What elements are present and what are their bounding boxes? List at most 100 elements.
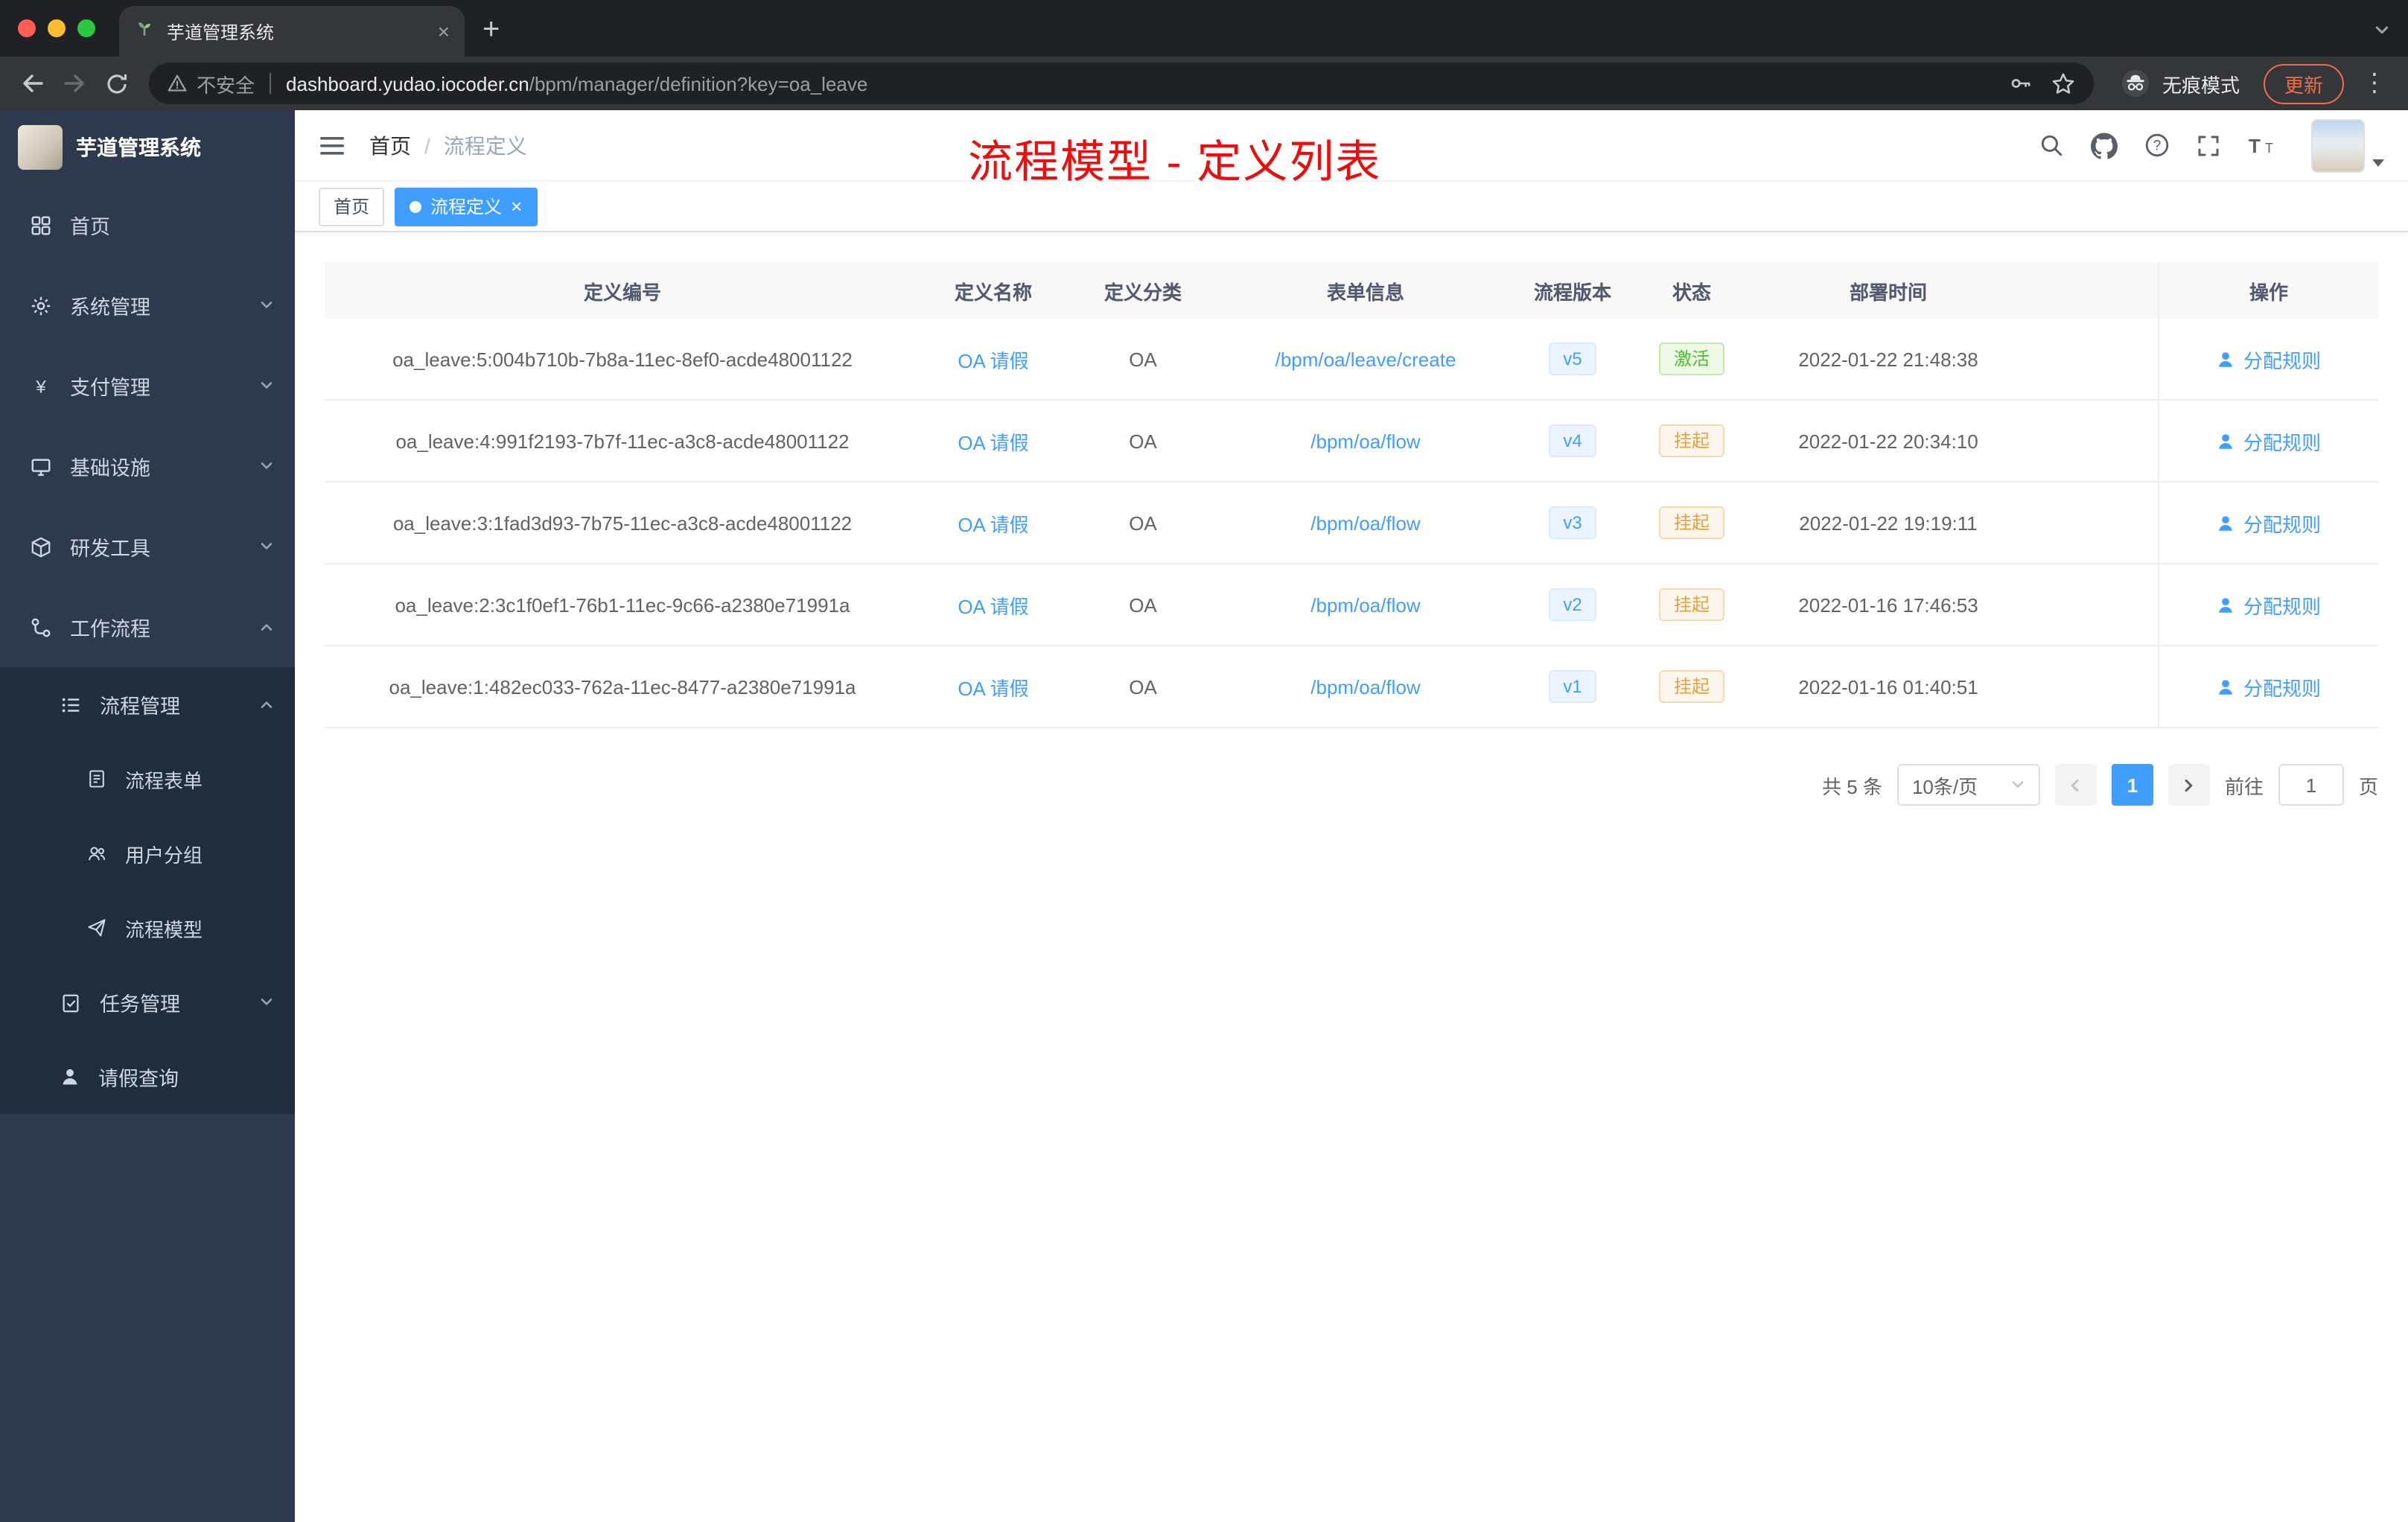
definition-name-link[interactable]: OA 请假 [958, 509, 1028, 537]
sidebar-item-label: 工作流程 [70, 618, 150, 640]
sidebar-item-leave-query[interactable]: 请假查询 [0, 1039, 295, 1114]
hamburger-icon[interactable] [319, 133, 345, 157]
table-row: oa_leave:4:991f2193-7b7f-11ec-a3c8-acde4… [325, 401, 2378, 483]
table-header: 定义编号 定义名称 定义分类 表单信息 流程版本 状态 部署时间 操作 [325, 262, 2378, 319]
goto-label: 前往 [2224, 775, 2264, 797]
zoom-window-button[interactable] [77, 19, 95, 37]
sidebar-item-dev-tools[interactable]: 研发工具 [0, 506, 295, 587]
key-icon[interactable] [2009, 71, 2033, 95]
tab-search-chevron-icon[interactable] [2374, 19, 2390, 46]
bookmark-star-icon[interactable] [2051, 71, 2076, 96]
user-icon [2220, 351, 2233, 366]
column-header-blank [2027, 262, 2158, 319]
screen: 芋道管理系统 × + 不安全 dashboard.yudao.iocoder.c… [0, 0, 2408, 1522]
close-window-button[interactable] [18, 19, 36, 37]
browser-tabstrip: 芋道管理系统 × + [0, 0, 2408, 57]
page-unit-label: 页 [2358, 775, 2378, 797]
forward-button[interactable] [54, 63, 95, 104]
new-tab-button[interactable]: + [482, 15, 500, 45]
browser-tab[interactable]: 芋道管理系统 × [119, 6, 465, 57]
sidebar-item-label: 流程表单 [125, 769, 203, 792]
font-size-icon[interactable]: TT [2247, 133, 2275, 157]
page-number-button[interactable]: 1 [2111, 764, 2153, 806]
table-row: oa_leave:2:3c1f0ef1-76b1-11ec-9c66-a2380… [325, 564, 2378, 646]
prev-page-button[interactable] [2054, 764, 2097, 806]
column-header: 表单信息 [1326, 281, 1404, 303]
version-badge: v3 [1548, 506, 1597, 539]
tag-home[interactable]: 首页 [319, 187, 385, 226]
next-page-button[interactable] [2167, 764, 2210, 806]
tab-close-icon[interactable]: × [438, 21, 450, 42]
assign-rule-link[interactable]: 分配规则 [2217, 345, 2321, 373]
paper-plane-icon [86, 917, 107, 938]
user-icon [2220, 515, 2233, 530]
search-icon[interactable] [2039, 133, 2064, 158]
pagination: 共 5 条 10条/页 1 前往 页 [325, 764, 2378, 806]
definition-category: OA [1129, 593, 1157, 616]
sidebar-logo[interactable]: 芋道管理系统 [0, 110, 295, 185]
goto-page-input[interactable] [2278, 764, 2344, 806]
definition-name-link[interactable]: OA 请假 [958, 672, 1028, 701]
avatar[interactable] [2311, 118, 2365, 172]
chevron-up-icon [259, 697, 274, 712]
omnibox[interactable]: 不安全 dashboard.yudao.iocoder.cn/bpm/manag… [149, 63, 2094, 104]
sidebar-item-label: 任务管理 [100, 993, 180, 1016]
assign-rule-link[interactable]: 分配规则 [2217, 590, 2321, 619]
sidebar-item-payment-management[interactable]: ¥ 支付管理 [0, 346, 295, 426]
definition-name-link[interactable]: OA 请假 [958, 427, 1028, 455]
definition-id: oa_leave:3:1fad3d93-7b75-11ec-a3c8-acde4… [392, 512, 853, 534]
form-link[interactable]: /bpm/oa/flow [1310, 675, 1420, 698]
tag-close-icon[interactable]: × [511, 197, 522, 216]
assign-rule-link[interactable]: 分配规则 [2217, 672, 2321, 701]
sidebar-item-task-management[interactable]: 任务管理 [0, 965, 295, 1039]
form-link[interactable]: /bpm/oa/flow [1310, 430, 1420, 452]
definition-category: OA [1129, 348, 1157, 370]
list-tree-icon [60, 693, 82, 716]
version-badge: v5 [1548, 343, 1597, 375]
incognito-badge: 无痕模式 [2121, 69, 2240, 98]
update-button[interactable]: 更新 [2263, 63, 2344, 104]
assign-rule-link[interactable]: 分配规则 [2217, 509, 2321, 537]
sidebar-item-label: 支付管理 [70, 377, 150, 399]
sidebar-item-user-group[interactable]: 用户分组 [0, 816, 295, 891]
page-size-value: 10条/页 [1911, 775, 1978, 797]
sidebar-item-label: 流程管理 [100, 695, 180, 718]
breadcrumb-home[interactable]: 首页 [369, 130, 411, 160]
version-badge: v1 [1548, 670, 1597, 703]
breadcrumb: 首页 / 流程定义 [369, 130, 527, 160]
assign-rule-link[interactable]: 分配规则 [2217, 427, 2321, 455]
column-header: 定义编号 [583, 281, 661, 303]
status-badge: 挂起 [1658, 506, 1724, 539]
sidebar-item-workflow[interactable]: 工作流程 [0, 587, 295, 667]
column-header: 状态 [1672, 281, 1711, 303]
fullscreen-icon[interactable] [2197, 133, 2220, 157]
security-label: 不安全 [197, 74, 255, 96]
table-row: oa_leave:5:004b710b-7b8a-11ec-8ef0-acde4… [325, 319, 2378, 401]
sidebar-item-infrastructure[interactable]: 基础设施 [0, 426, 295, 506]
sidebar-item-process-management[interactable]: 流程管理 [0, 667, 295, 742]
tag-process-definition[interactable]: 流程定义 × [395, 187, 538, 226]
github-icon[interactable] [2091, 132, 2118, 159]
sidebar-item-process-form[interactable]: 流程表单 [0, 742, 295, 816]
user-menu[interactable] [2311, 118, 2384, 172]
security-chip[interactable]: 不安全 [167, 69, 255, 98]
warning-icon [168, 74, 187, 92]
back-button[interactable] [12, 63, 54, 104]
tag-label: 首页 [334, 197, 370, 217]
sidebar-item-home[interactable]: 首页 [0, 185, 295, 265]
browser-menu-icon[interactable]: ⋮ [2362, 69, 2387, 98]
user-icon [2220, 597, 2233, 612]
user-icon [60, 1066, 80, 1087]
form-link[interactable]: /bpm/oa/flow [1310, 512, 1420, 534]
form-link[interactable]: /bpm/oa/leave/create [1275, 348, 1456, 370]
form-link[interactable]: /bpm/oa/flow [1310, 593, 1420, 616]
page-size-select[interactable]: 10条/页 [1896, 764, 2040, 806]
sidebar-item-process-model[interactable]: 流程模型 [0, 891, 295, 965]
sidebar-item-system-management[interactable]: 系统管理 [0, 265, 295, 346]
minimize-window-button[interactable] [48, 19, 66, 37]
definition-name-link[interactable]: OA 请假 [958, 590, 1028, 619]
table-row: oa_leave:3:1fad3d93-7b75-11ec-a3c8-acde4… [325, 483, 2378, 564]
reload-button[interactable] [95, 63, 137, 104]
definition-name-link[interactable]: OA 请假 [958, 345, 1028, 373]
help-icon[interactable]: ? [2144, 133, 2170, 158]
